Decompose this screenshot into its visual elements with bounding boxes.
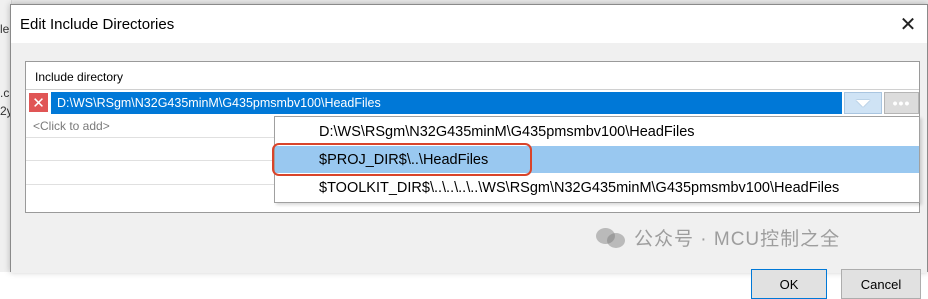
grid-row-divider [26, 137, 286, 138]
dropdown-option[interactable]: $TOOLKIT_DIR$\..\..\..\..\WS\RSgm\N32G43… [275, 174, 919, 201]
dialog-title: Edit Include Directories [20, 16, 175, 33]
background-fragment: le [0, 22, 10, 36]
column-header-include-directory: Include directory [35, 70, 124, 84]
close-icon[interactable]: ✕ [895, 11, 921, 37]
include-directory-input[interactable]: D:\WS\RSgm\N32G435minM\G435pmsmbv100\Hea… [51, 92, 842, 114]
chevron-down-icon [856, 99, 870, 107]
grid-row-editing[interactable]: ✕ D:\WS\RSgm\N32G435minM\G435pmsmbv100\H… [26, 91, 919, 115]
grid-row-divider [26, 160, 286, 161]
dropdown-arrow-button[interactable] [844, 92, 882, 114]
browse-ellipsis-button[interactable]: ••• [884, 92, 919, 114]
grid-row-divider [26, 184, 286, 185]
cancel-button[interactable]: Cancel [841, 269, 921, 299]
click-to-add-placeholder[interactable]: <Click to add> [33, 119, 110, 133]
watermark: 公众号 · MCU控制之全 [596, 224, 840, 250]
dialog-titlebar: Edit Include Directories ✕ [11, 5, 927, 43]
delete-row-icon[interactable]: ✕ [29, 93, 48, 112]
watermark-text: 公众号 · MCU控制之全 [634, 228, 841, 250]
annotation-highlight-box [272, 143, 532, 176]
ok-button[interactable]: OK [751, 269, 827, 299]
background-fragment: .c [0, 86, 10, 100]
wechat-icon [596, 225, 626, 249]
grid-header: Include directory [26, 62, 919, 90]
dropdown-option[interactable]: D:\WS\RSgm\N32G435minM\G435pmsmbv100\Hea… [275, 118, 919, 145]
